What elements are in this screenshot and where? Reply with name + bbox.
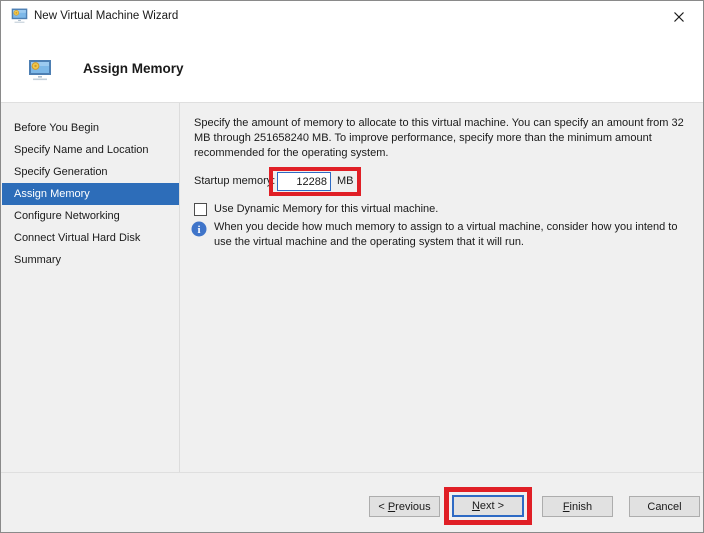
wizard-header: Assign Memory	[1, 33, 703, 103]
sidebar-item-specify-name-and-location[interactable]: Specify Name and Location	[2, 139, 179, 161]
page-title: Assign Memory	[83, 61, 184, 76]
startup-memory-input[interactable]	[277, 172, 331, 191]
info-icon: i	[191, 221, 207, 237]
wizard-window: New Virtual Machine Wizard Assign Memory…	[0, 0, 704, 533]
svg-text:i: i	[197, 224, 200, 236]
virtual-machine-icon	[11, 8, 28, 24]
window-title: New Virtual Machine Wizard	[34, 10, 178, 22]
dynamic-memory-checkbox[interactable]	[194, 203, 207, 216]
sidebar-item-specify-generation[interactable]: Specify Generation	[2, 161, 179, 183]
finish-button[interactable]: Finish	[542, 496, 613, 517]
intro-line: MB through 251658240 MB. To improve perf…	[194, 131, 652, 146]
sidebar-item-configure-networking[interactable]: Configure Networking	[2, 205, 179, 227]
startup-memory-label: Startup memory:	[194, 175, 275, 187]
sidebar-item-summary[interactable]: Summary	[2, 249, 179, 271]
sidebar-item-assign-memory[interactable]: Assign Memory	[2, 183, 179, 205]
button-bar-divider	[1, 472, 703, 473]
intro-line: recommended for the operating system.	[194, 146, 388, 161]
dynamic-memory-label[interactable]: Use Dynamic Memory for this virtual mach…	[214, 203, 438, 215]
intro-line: Specify the amount of memory to allocate…	[194, 116, 684, 131]
sidebar-item-connect-virtual-hard-disk[interactable]: Connect Virtual Hard Disk	[2, 227, 179, 249]
wizard-steps: Before You Begin Specify Name and Locati…	[2, 117, 179, 271]
memory-unit-label: MB	[337, 175, 354, 187]
close-icon	[673, 11, 685, 23]
info-note-line: use the virtual machine and the operatin…	[214, 235, 524, 250]
previous-button[interactable]: < Previous	[369, 496, 440, 517]
close-button[interactable]	[661, 4, 697, 30]
sidebar-item-before-you-begin[interactable]: Before You Begin	[2, 117, 179, 139]
next-button[interactable]: Next >	[452, 495, 524, 517]
virtual-machine-icon	[28, 59, 52, 82]
title-bar: New Virtual Machine Wizard	[1, 1, 703, 33]
cancel-button[interactable]: Cancel	[629, 496, 700, 517]
info-note-line: When you decide how much memory to assig…	[214, 220, 677, 235]
sidebar-divider	[179, 103, 180, 472]
